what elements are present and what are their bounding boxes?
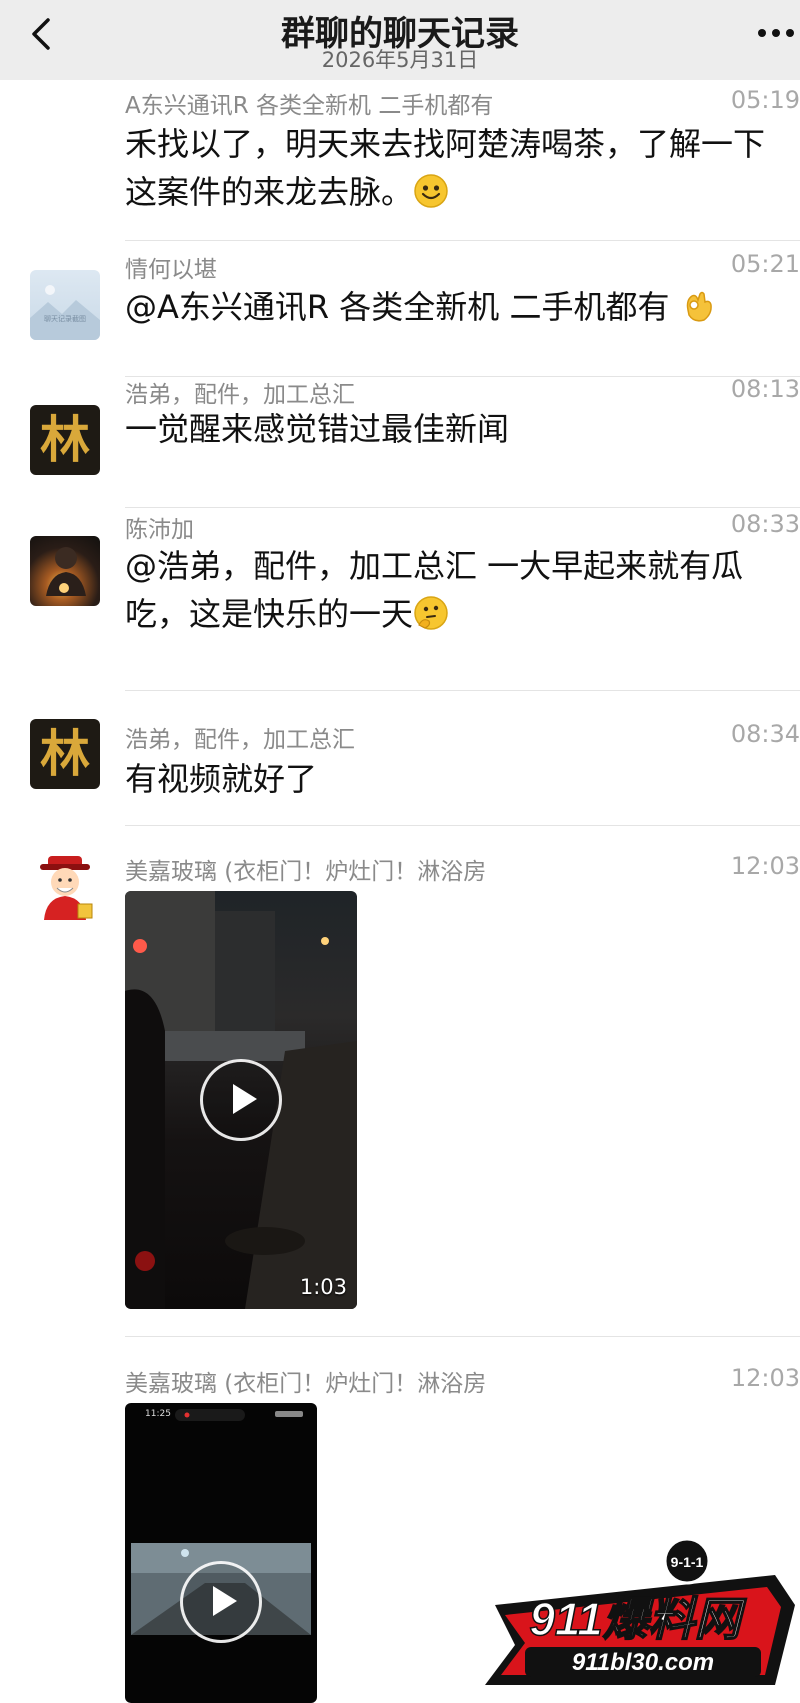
avatar-text: 林: [40, 724, 90, 783]
watermark-badge: 9-1-1: [671, 1554, 704, 1570]
message-time: 05:21: [730, 250, 800, 278]
message-time: 08:13: [730, 375, 800, 403]
message-time: 12:03: [730, 1364, 800, 1392]
phone-screenshot-icon: [131, 1409, 311, 1635]
message-time: 05:19: [730, 86, 800, 114]
message-text-line: 吃，这是快乐的一天: [125, 590, 800, 638]
message-text: 有视频就好了: [125, 760, 318, 798]
message-item: A东兴通讯R 各类全新机 二手机都有 05:19 禾找以了，明天来去找阿楚涛喝茶…: [0, 80, 800, 240]
avatar[interactable]: [30, 852, 100, 922]
sender-name: 浩弟，配件，加工总汇: [125, 727, 355, 753]
message-item: 聊天记录截图 情何以堪 05:21 @A东兴通讯R 各类全新机 二手机都有: [0, 241, 800, 376]
message-text: 禾找以了，明天来去找阿楚涛喝茶，了解一下 这案件的来龙去脉。: [125, 120, 800, 216]
message-time: 08:33: [730, 510, 800, 538]
message-text-segment: 吃，这是快乐的一天: [125, 595, 414, 633]
message-text: @浩弟，配件，加工总汇 一大早起来就有瓜 吃，这是快乐的一天: [125, 542, 800, 638]
message-text-line: 禾找以了，明天来去找阿楚涛喝茶，了解一下: [125, 125, 766, 163]
avatar-caption: 聊天记录截图: [44, 315, 86, 323]
portrait-image-icon: [46, 547, 86, 596]
video-message[interactable]: 11:25: [125, 1403, 317, 1703]
message-time: 12:03: [730, 852, 800, 880]
thinking-emoji-icon: [414, 596, 448, 630]
video-duration: 1:03: [299, 1275, 347, 1299]
chat-date: 2026年5月31日: [321, 48, 479, 72]
watermark-name: 911爆料网: [529, 1593, 746, 1645]
more-options-icon[interactable]: [752, 18, 800, 48]
avatar[interactable]: 林: [30, 405, 100, 475]
message-text-line: @浩弟，配件，加工总汇 一大早起来就有瓜: [125, 547, 744, 585]
watermark-logo: 9-1-1 911爆料网 911bl30.com: [485, 1537, 795, 1685]
video-message[interactable]: 1:03: [125, 891, 357, 1309]
avatar[interactable]: 林: [30, 719, 100, 789]
sender-name: A东兴通讯R 各类全新机 二手机都有: [125, 93, 494, 119]
message-text: 一觉醒来感觉错过最佳新闻: [125, 410, 510, 448]
god-of-wealth-avatar-icon: [40, 856, 93, 920]
watermark-url: 911bl30.com: [572, 1649, 714, 1676]
avatar-text: 林: [40, 410, 90, 469]
sender-name: 情何以堪: [125, 257, 217, 283]
smile-emoji-icon: [414, 174, 448, 208]
message-text-line: 这案件的来龙去脉。: [125, 168, 800, 216]
chat-history-header: 群聊的聊天记录 2026年5月31日: [0, 0, 800, 80]
message-item: 美嘉玻璃 (衣柜门！炉灶门！淋浴房 12:03 1:03: [0, 826, 800, 1336]
sender-name: 美嘉玻璃 (衣柜门！炉灶门！淋浴房: [125, 859, 487, 885]
landscape-image-icon: [30, 285, 100, 340]
avatar[interactable]: [30, 536, 100, 606]
message-text-segment: 这案件的来龙去脉。: [125, 173, 414, 211]
sender-name: 美嘉玻璃 (衣柜门！炉灶门！淋浴房: [125, 1371, 487, 1397]
message-time: 08:34: [730, 720, 800, 748]
message-text: @A东兴通讯R 各类全新机 二手机都有: [125, 283, 800, 331]
avatar[interactable]: 聊天记录截图: [30, 270, 100, 340]
message-item: 陈沛加 08:33 @浩弟，配件，加工总汇 一大早起来就有瓜 吃，这是快乐的一天: [0, 508, 800, 690]
message-item: 林 浩弟，配件，加工总汇 08:13 一觉醒来感觉错过最佳新闻: [0, 375, 800, 507]
message-item: 林 浩弟，配件，加工总汇 08:34 有视频就好了: [0, 691, 800, 825]
sender-name: 浩弟，配件，加工总汇: [125, 382, 355, 408]
ok-hand-emoji-icon: [686, 291, 712, 322]
sender-name: 陈沛加: [125, 517, 194, 543]
play-icon[interactable]: [180, 1561, 262, 1643]
play-icon[interactable]: [200, 1059, 282, 1141]
message-text-segment: @A东兴通讯R 各类全新机 二手机都有: [125, 288, 670, 326]
